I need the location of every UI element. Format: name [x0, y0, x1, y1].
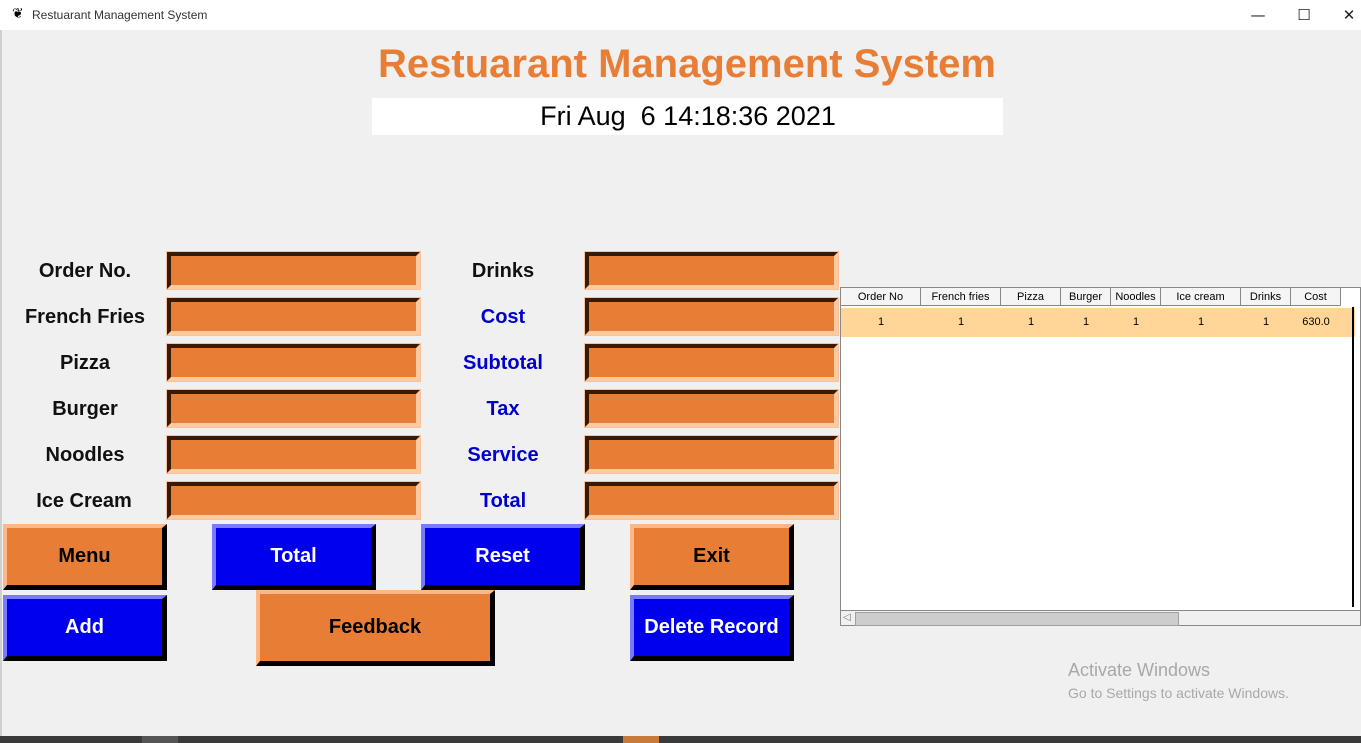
scroll-left-icon[interactable]: ◁ — [843, 611, 851, 625]
total-button[interactable]: Total — [212, 524, 376, 590]
add-button[interactable]: Add — [3, 595, 167, 661]
table-header: Order No French fries Pizza Burger Noodl… — [841, 288, 1341, 308]
order-no-label: Order No. — [38, 260, 132, 282]
burger-label: Burger — [52, 398, 118, 420]
drinks-label: Drinks — [471, 260, 535, 282]
close-button[interactable]: ✕ — [1326, 0, 1361, 30]
exit-button[interactable]: Exit — [630, 524, 794, 590]
column-header[interactable]: Pizza — [1001, 288, 1061, 306]
column-header[interactable]: Noodles — [1111, 288, 1161, 306]
minimize-button[interactable]: — — [1235, 0, 1281, 30]
cost-label: Cost — [480, 306, 526, 328]
menu-button[interactable]: Menu — [3, 524, 167, 590]
activate-windows-title: Activate Windows — [1068, 660, 1211, 680]
french-fries-label: French Fries — [24, 306, 146, 328]
table-cell: 630.0 — [1302, 316, 1330, 328]
maximize-button[interactable]: ☐ — [1281, 0, 1327, 30]
pizza-label: Pizza — [59, 352, 111, 374]
column-header[interactable]: Order No — [841, 288, 921, 306]
datetime-panel: Fri Aug 6 14:18:36 2021 — [372, 98, 1003, 135]
tax-label: Tax — [486, 398, 520, 420]
scrollbar-thumb[interactable] — [855, 612, 1179, 626]
reset-button[interactable]: Reset — [421, 524, 585, 590]
cost-input[interactable] — [584, 297, 839, 336]
pizza-input[interactable] — [166, 343, 421, 382]
feather-icon: ❦ — [12, 6, 24, 22]
feedback-button[interactable]: Feedback — [256, 590, 495, 666]
taskbar — [0, 736, 1361, 743]
table-cell: 1 — [957, 316, 965, 328]
column-header[interactable]: Ice cream — [1161, 288, 1241, 306]
service-input[interactable] — [584, 435, 839, 474]
app-title: Restuarant Management System — [378, 42, 996, 86]
noodles-label: Noodles — [45, 444, 125, 466]
noodles-input[interactable] — [166, 435, 421, 474]
french-fries-input[interactable] — [166, 297, 421, 336]
burger-input[interactable] — [166, 389, 421, 428]
delete-record-button[interactable]: Delete Record — [630, 595, 794, 661]
window-title: Restuarant Management System — [32, 8, 208, 22]
column-header[interactable]: French fries — [921, 288, 1001, 306]
column-header[interactable]: Burger — [1061, 288, 1111, 306]
taskbar-item[interactable] — [142, 736, 178, 743]
column-header[interactable]: Drinks — [1241, 288, 1291, 306]
datetime-label: Fri Aug 6 14:18:36 2021 — [535, 101, 841, 132]
table-cell: 1 — [1132, 316, 1140, 328]
taskbar-item[interactable] — [623, 736, 659, 743]
table-cell: 1 — [1262, 316, 1270, 328]
drinks-input[interactable] — [584, 251, 839, 290]
window-titlebar: ❦ Restuarant Management System — ☐ ✕ — [0, 0, 1361, 30]
table-row[interactable]: 1 1 1 1 1 1 1 630.0 — [841, 308, 1355, 337]
window-left-border — [0, 30, 2, 743]
total-input[interactable] — [584, 481, 839, 520]
total-label: Total — [479, 490, 527, 512]
service-label: Service — [467, 444, 539, 466]
table-cell: 1 — [877, 316, 885, 328]
subtotal-label: Subtotal — [463, 352, 543, 374]
table-cell: 1 — [1197, 316, 1205, 328]
order-no-input[interactable] — [166, 251, 421, 290]
ice-cream-label: Ice Cream — [36, 490, 132, 512]
ice-cream-input[interactable] — [166, 481, 421, 520]
vertical-scrollbar[interactable] — [1352, 307, 1354, 607]
subtotal-input[interactable] — [584, 343, 839, 382]
activate-windows-subtitle: Go to Settings to activate Windows. — [1068, 685, 1289, 701]
orders-table[interactable]: Order No French fries Pizza Burger Noodl… — [840, 287, 1361, 626]
column-header[interactable]: Cost — [1291, 288, 1341, 306]
table-cell: 1 — [1027, 316, 1035, 328]
horizontal-scrollbar[interactable]: ◁ — [840, 610, 1361, 626]
tax-input[interactable] — [584, 389, 839, 428]
table-cell: 1 — [1082, 316, 1090, 328]
